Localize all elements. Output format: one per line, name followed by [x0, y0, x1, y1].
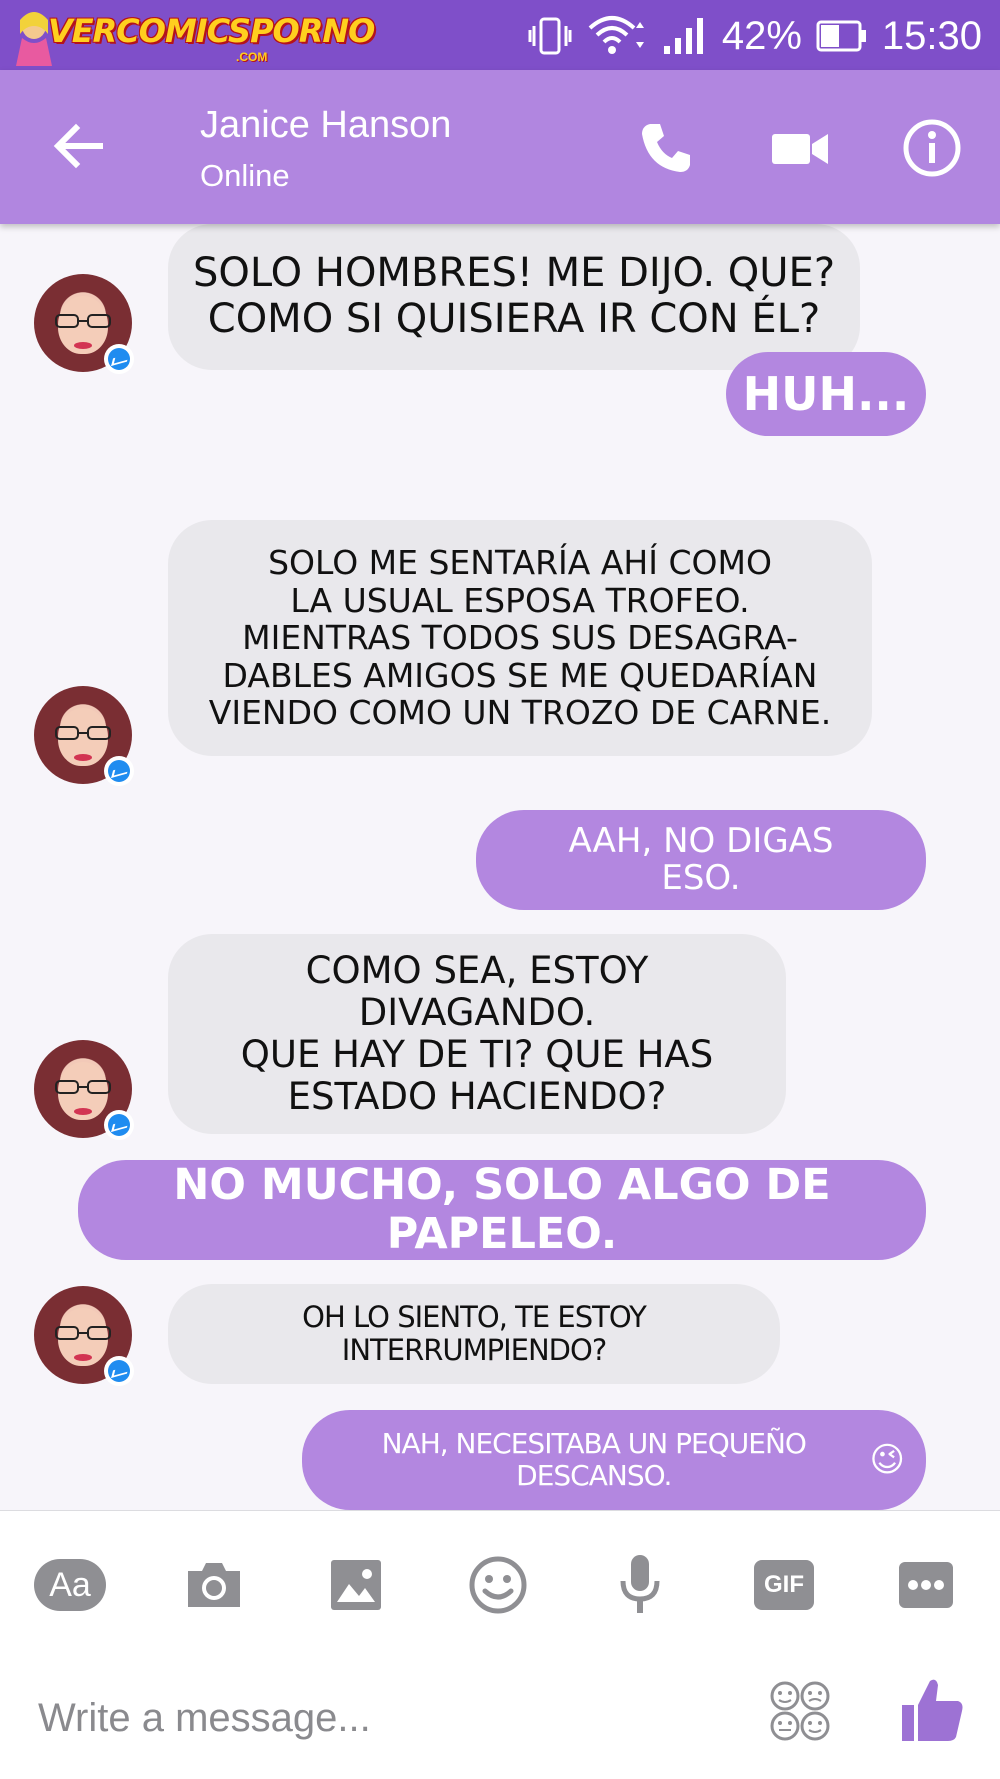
- gallery-button[interactable]: [320, 1549, 392, 1621]
- watermark-logo: VERCOMICSPORNO .COM: [8, 4, 375, 66]
- status-icons: 42% 15:30: [528, 8, 982, 64]
- text-format-label: Aa: [34, 1559, 106, 1611]
- logo-wordmark: VERCOMICSPORNO: [48, 12, 375, 50]
- contact-avatar[interactable]: [34, 1286, 134, 1386]
- messenger-badge-icon: [104, 344, 134, 374]
- status-bar: VERCOMICSPORNO .COM 42% 15:30: [0, 0, 1000, 70]
- gif-button[interactable]: GIF: [748, 1549, 820, 1621]
- microphone-icon: [620, 1555, 660, 1613]
- wifi-icon: [588, 16, 644, 54]
- more-button[interactable]: [890, 1549, 962, 1621]
- stickers-icon[interactable]: [768, 1679, 832, 1743]
- incoming-message[interactable]: SOLO ME SENTARÍA AHÍ COMO LA USUAL ESPOS…: [168, 520, 872, 756]
- incoming-message[interactable]: COMO SEA, ESTOY DIVAGANDO. QUE HAY DE TI…: [168, 934, 786, 1134]
- contact-status: Online: [200, 158, 290, 193]
- outgoing-message[interactable]: NO MUCHO, SOLO ALGO DE PAPELEO.: [78, 1160, 926, 1260]
- outgoing-message[interactable]: NAH, NECESITABA UN PEQUEÑO DESCANSO. 😉: [302, 1410, 926, 1510]
- messenger-badge-icon: [104, 1110, 134, 1140]
- wink-emoji-icon: 😉: [869, 1439, 905, 1480]
- thumbs-up-icon[interactable]: [900, 1675, 966, 1745]
- conversation-header: Janice Hanson Online: [0, 70, 1000, 224]
- glasses-icon: [55, 314, 111, 328]
- contact-name[interactable]: Janice Hanson: [200, 104, 451, 147]
- phone-icon[interactable]: [634, 116, 698, 180]
- outgoing-message[interactable]: AAH, NO DIGAS ESO.: [476, 810, 926, 910]
- vibrate-icon: [528, 17, 572, 55]
- camera-button[interactable]: [178, 1549, 250, 1621]
- back-arrow-icon[interactable]: [48, 116, 108, 176]
- message-input[interactable]: [36, 1681, 740, 1755]
- contact-avatar[interactable]: [34, 686, 134, 786]
- more-icon: [899, 1562, 953, 1608]
- message-text: NAH, NECESITABA UN PEQUEÑO DESCANSO.: [381, 1427, 807, 1492]
- contact-avatar[interactable]: [34, 1040, 134, 1140]
- glasses-icon: [55, 726, 111, 740]
- contact-avatar[interactable]: [34, 274, 134, 374]
- image-icon: [331, 1560, 381, 1610]
- clock: 15:30: [881, 13, 982, 58]
- outgoing-message[interactable]: HUH...: [726, 352, 926, 436]
- incoming-message[interactable]: OH LO SIENTO, TE ESTOY INTERRUMPIENDO?: [168, 1284, 780, 1384]
- messenger-badge-icon: [104, 1356, 134, 1386]
- battery-percent: 42%: [721, 13, 802, 58]
- voice-button[interactable]: [604, 1549, 676, 1621]
- signal-icon: [663, 18, 703, 54]
- message-composer: Aa GIF: [0, 1510, 1000, 1779]
- emoji-icon: [469, 1556, 527, 1614]
- info-icon[interactable]: [900, 116, 964, 180]
- emoji-button[interactable]: [462, 1549, 534, 1621]
- messenger-badge-icon: [104, 756, 134, 786]
- glasses-icon: [55, 1080, 111, 1094]
- camera-icon: [188, 1563, 240, 1607]
- text-format-button[interactable]: Aa: [34, 1549, 106, 1621]
- logo-suffix: .COM: [236, 50, 268, 64]
- message-thread[interactable]: SOLO HOMBRES! ME DIJO. QUE? COMO SI QUIS…: [0, 224, 1000, 1510]
- battery-icon: [816, 20, 866, 52]
- glasses-icon: [55, 1326, 111, 1340]
- incoming-message[interactable]: SOLO HOMBRES! ME DIJO. QUE? COMO SI QUIS…: [168, 224, 860, 370]
- gif-label: GIF: [754, 1560, 814, 1610]
- video-camera-icon[interactable]: [768, 116, 832, 180]
